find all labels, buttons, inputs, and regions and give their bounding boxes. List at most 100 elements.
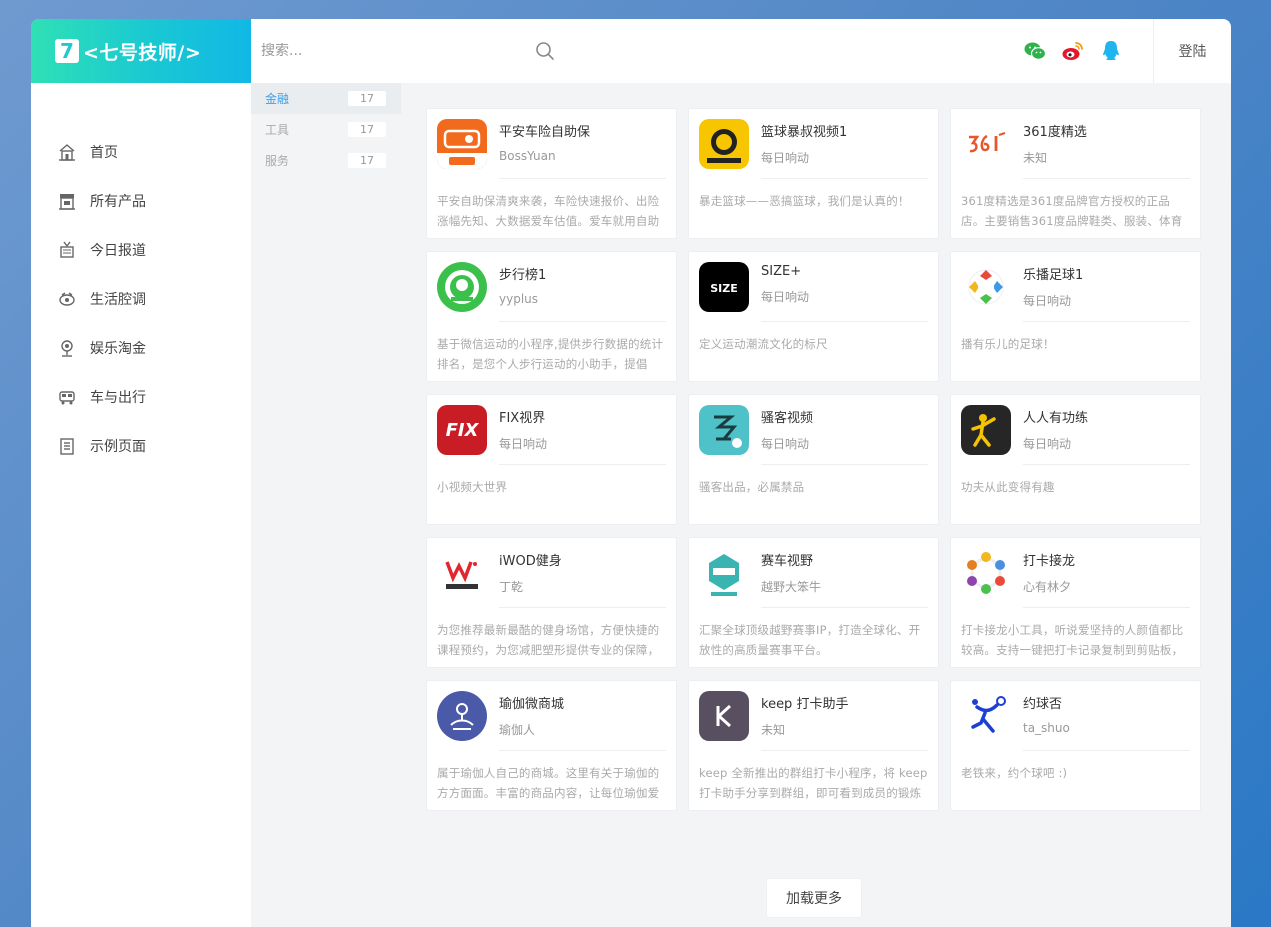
search-input[interactable] [261, 31, 531, 71]
card-author: ta_shuo [1023, 721, 1070, 735]
card-description: 骚客出品，必属禁品 [699, 480, 805, 494]
load-more-button[interactable]: 加载更多 [766, 878, 862, 918]
soccer-video-icon [699, 405, 749, 455]
card-header: 约球否 ta_shuo [961, 691, 1190, 741]
app-card[interactable]: keep 打卡助手 未知 keep 全新推出的群组打卡小程序，将 keep 打卡助手… [688, 680, 939, 811]
category-panel: 金融 17 工具 17 服务 17 [251, 83, 401, 927]
card-header: 赛车视野 越野大笨牛 [699, 548, 928, 598]
card-title: keep 打卡助手 [761, 697, 849, 712]
sidebar-item[interactable]: 车与出行 [31, 372, 251, 421]
app-card[interactable]: 瑜伽微商城 瑜伽人 属于瑜伽人自己的商城。这里有关于瑜伽的方方面面。丰富的商品内容，… [426, 680, 677, 811]
sidebar-item-label: 今日报道 [90, 242, 146, 259]
card-meta: 平安车险自助保 BossYuan [499, 119, 590, 169]
search-icon[interactable] [535, 41, 555, 61]
app-card[interactable]: iWOD健身 丁乾 为您推荐最新最酷的健身场馆，方便快捷的课程预约，为您减肥塑形提供… [426, 537, 677, 668]
home-icon [59, 143, 75, 161]
card-header: keep 打卡助手 未知 [699, 691, 928, 741]
card-title: SIZE+ [761, 264, 802, 279]
card-divider [761, 464, 928, 465]
card-header: 步行榜1 yyplus [437, 262, 666, 312]
logo[interactable]: 7 <七号技师/> [31, 19, 251, 83]
yoga-icon [437, 691, 487, 741]
card-meta: 骚客视频 每日响动 [761, 405, 813, 455]
card-description: 打卡接龙小工具，听说爱坚持的人颜值都比较高。支持一键把打卡记录复制到剪贴板， [961, 623, 1184, 657]
sidebar-item-label: 所有产品 [90, 193, 146, 210]
sidebar-item-label: 首页 [90, 144, 118, 161]
sidebar-item[interactable]: 今日报道 [31, 225, 251, 274]
fix-icon: FIX [437, 405, 487, 455]
app-card[interactable]: SIZE SIZE+ 每日响动定义运动潮流文化的标尺 [688, 251, 939, 382]
card-header: 打卡接龙 心有林夕 [961, 548, 1190, 598]
login-button[interactable]: 登陆 [1153, 19, 1231, 83]
card-title: 人人有功练 [1023, 411, 1089, 426]
card-author: 未知 [761, 723, 786, 737]
card-description: 老铁来，约个球吧 :) [961, 766, 1068, 780]
social-links [1023, 39, 1123, 63]
card-meta: SIZE+ 每日响动 [761, 262, 809, 312]
card-title: 步行榜1 [499, 268, 547, 283]
sidebar-item[interactable]: 生活腔调 [31, 274, 251, 323]
racing-icon [699, 548, 749, 598]
card-title: 乐播足球1 [1023, 268, 1084, 283]
card-author: 每日响动 [761, 290, 810, 304]
card-author: 每日响动 [761, 151, 810, 165]
card-title: 骚客视频 [761, 411, 814, 426]
sidebar-item[interactable]: 示例页面 [31, 421, 251, 470]
qq-icon[interactable] [1099, 39, 1123, 63]
card-divider [499, 321, 666, 322]
card-divider [499, 178, 666, 179]
sidebar-item[interactable]: 首页 [31, 127, 251, 176]
sidebar-item[interactable]: 所有产品 [31, 176, 251, 225]
card-description: 定义运动潮流文化的标尺 [699, 337, 828, 351]
app-card[interactable]: 篮球暴叔视频1 每日响动 暴走篮球——恶搞篮球，我们是认真的！ [688, 108, 939, 239]
sidebar-item[interactable]: 娱乐淘金 [31, 323, 251, 372]
card-author: yyplus [499, 292, 539, 306]
card-meta: 人人有功练 每日响动 [1023, 405, 1088, 455]
svg-text:SIZE: SIZE [710, 282, 738, 295]
category-item[interactable]: 金融 17 [251, 83, 401, 114]
category-count: 17 [348, 122, 386, 137]
card-meta: 步行榜1 yyplus [499, 262, 546, 312]
card-divider [499, 750, 666, 751]
app-card[interactable]: 步行榜1 yyplus 基于微信运动的小程序,提供步行数据的统计排名，是您个人步行运… [426, 251, 677, 382]
app-card[interactable]: 乐播足球1 每日响动 播有乐儿的足球！ [950, 251, 1201, 382]
card-description: 功夫从此变得有趣 [961, 480, 1055, 494]
card-header: 篮球暴叔视频1 每日响动 [699, 119, 928, 169]
card-title: 361度精选 [1023, 125, 1087, 140]
card-meta: keep 打卡助手 未知 [761, 691, 848, 741]
main-content: 平安车险自助保 BossYuan 平安自助保清爽来袭，车险快速报价、出险涨幅先知、大… [401, 83, 1231, 927]
app-card[interactable]: FIX FIX视界 每日响动 小视频大世界 [426, 394, 677, 525]
app-card[interactable]: 约球否 ta_shuo 老铁来，约个球吧 :) [950, 680, 1201, 811]
app-card[interactable]: 骚客视频 每日响动骚客出品，必属禁品 [688, 394, 939, 525]
card-divider [1023, 321, 1190, 322]
app-card[interactable]: 361度精选 未知 361度精选是361度品牌官方授权的正品店。主要销售361度品牌… [950, 108, 1201, 239]
card-title: 瑜伽微商城 [499, 697, 565, 712]
wechat-icon[interactable] [1023, 39, 1047, 63]
card-header: SIZE SIZE+ 每日响动 [699, 262, 928, 312]
header: 登陆 [251, 19, 1231, 83]
card-description: 汇聚全球顶级越野赛事IP，打造全球化、开放性的高质量赛事平台。 [699, 623, 921, 657]
svg-text:FIX: FIX [446, 420, 480, 441]
checkin-icon [961, 548, 1011, 598]
logo-text: <七号技师/> [83, 41, 202, 64]
app-card[interactable]: 打卡接龙 心有林夕打卡接龙小工具，听说爱坚持的人颜值都比较高。支持一键把打卡记录复… [950, 537, 1201, 668]
card-meta: 打卡接龙 心有林夕 [1023, 548, 1075, 598]
app-card[interactable]: 平安车险自助保 BossYuan 平安自助保清爽来袭，车险快速报价、出险涨幅先知、大… [426, 108, 677, 239]
category-item[interactable]: 服务 17 [251, 145, 401, 176]
card-divider [499, 607, 666, 608]
sidebar-item-label: 车与出行 [90, 389, 146, 406]
sidebar-item-label: 示例页面 [90, 438, 146, 455]
category-name: 金融 [265, 92, 290, 106]
document-icon [60, 437, 74, 455]
category-name: 服务 [265, 154, 290, 168]
card-header: 瑜伽微商城 瑜伽人 [437, 691, 666, 741]
weibo-icon[interactable] [1061, 39, 1085, 63]
card-author: 越野大笨牛 [761, 580, 822, 594]
category-item[interactable]: 工具 17 [251, 114, 401, 145]
app-card[interactable]: 赛车视野 越野大笨牛汇聚全球顶级越野赛事IP，打造全球化、开放性的高质量赛事平台。 [688, 537, 939, 668]
app-card[interactable]: 人人有功练 每日响动功夫从此变得有趣 [950, 394, 1201, 525]
news-icon [60, 241, 74, 258]
card-meta: 瑜伽微商城 瑜伽人 [499, 691, 564, 741]
card-header: 平安车险自助保 BossYuan [437, 119, 666, 169]
card-header: 人人有功练 每日响动 [961, 405, 1190, 455]
